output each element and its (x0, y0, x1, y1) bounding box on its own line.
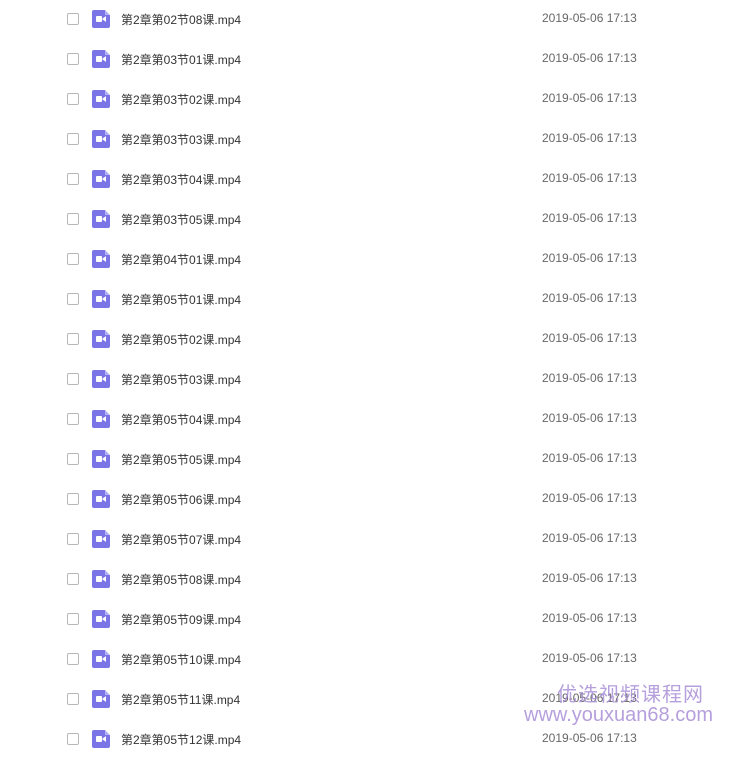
file-row[interactable]: 第2章第03节01课.mp4 2019-05-06 17:13 (0, 40, 745, 80)
row-checkbox[interactable] (67, 93, 79, 105)
file-row[interactable]: 第2章第05节11课.mp4 2019-05-06 17:13 (0, 680, 745, 720)
file-date: 2019-05-06 17:13 (542, 251, 637, 265)
file-date: 2019-05-06 17:13 (542, 611, 637, 625)
file-date: 2019-05-06 17:13 (542, 531, 637, 545)
file-name[interactable]: 第2章第03节01课.mp4 (121, 51, 241, 68)
video-file-icon (92, 410, 110, 428)
file-row[interactable]: 第2章第05节01课.mp4 2019-05-06 17:13 (0, 280, 745, 320)
file-name[interactable]: 第2章第03节05课.mp4 (121, 211, 241, 228)
video-file-icon (92, 10, 110, 28)
file-row[interactable]: 第2章第05节09课.mp4 2019-05-06 17:13 (0, 600, 745, 640)
row-checkbox[interactable] (67, 613, 79, 625)
file-date: 2019-05-06 17:13 (542, 371, 637, 385)
file-list: 第2章第02节08课.mp4 2019-05-06 17:13 第2章第03节01课… (0, 0, 745, 760)
video-file-icon (92, 370, 110, 388)
file-name[interactable]: 第2章第05节04课.mp4 (121, 411, 241, 428)
file-row[interactable]: 第2章第04节01课.mp4 2019-05-06 17:13 (0, 240, 745, 280)
video-file-icon (92, 610, 110, 628)
row-checkbox[interactable] (67, 213, 79, 225)
file-name[interactable]: 第2章第03节04课.mp4 (121, 171, 241, 188)
file-row[interactable]: 第2章第05节05课.mp4 2019-05-06 17:13 (0, 440, 745, 480)
file-date: 2019-05-06 17:13 (542, 131, 637, 145)
row-checkbox[interactable] (67, 733, 79, 745)
video-file-icon (92, 570, 110, 588)
file-row[interactable]: 第2章第03节03课.mp4 2019-05-06 17:13 (0, 120, 745, 160)
file-row[interactable]: 第2章第05节10课.mp4 2019-05-06 17:13 (0, 640, 745, 680)
file-date: 2019-05-06 17:13 (542, 11, 637, 25)
file-date: 2019-05-06 17:13 (542, 451, 637, 465)
video-file-icon (92, 90, 110, 108)
row-checkbox[interactable] (67, 653, 79, 665)
file-name[interactable]: 第2章第03节02课.mp4 (121, 91, 241, 108)
file-name[interactable]: 第2章第05节10课.mp4 (121, 651, 241, 668)
file-name[interactable]: 第2章第04节01课.mp4 (121, 251, 241, 268)
file-name[interactable]: 第2章第05节02课.mp4 (121, 331, 241, 348)
video-file-icon (92, 50, 110, 68)
video-file-icon (92, 650, 110, 668)
file-date: 2019-05-06 17:13 (542, 211, 637, 225)
file-name[interactable]: 第2章第05节06课.mp4 (121, 491, 241, 508)
file-name[interactable]: 第2章第05节03课.mp4 (121, 371, 241, 388)
file-row[interactable]: 第2章第05节12课.mp4 2019-05-06 17:13 (0, 720, 745, 760)
file-row[interactable]: 第2章第05节03课.mp4 2019-05-06 17:13 (0, 360, 745, 400)
row-checkbox[interactable] (67, 493, 79, 505)
video-file-icon (92, 250, 110, 268)
file-date: 2019-05-06 17:13 (542, 491, 637, 505)
file-date: 2019-05-06 17:13 (542, 331, 637, 345)
file-row[interactable]: 第2章第03节02课.mp4 2019-05-06 17:13 (0, 80, 745, 120)
file-name[interactable]: 第2章第05节12课.mp4 (121, 731, 241, 748)
file-name[interactable]: 第2章第03节03课.mp4 (121, 131, 241, 148)
file-date: 2019-05-06 17:13 (542, 171, 637, 185)
file-name[interactable]: 第2章第05节09课.mp4 (121, 611, 241, 628)
file-row[interactable]: 第2章第05节04课.mp4 2019-05-06 17:13 (0, 400, 745, 440)
row-checkbox[interactable] (67, 413, 79, 425)
row-checkbox[interactable] (67, 693, 79, 705)
video-file-icon (92, 450, 110, 468)
video-file-icon (92, 130, 110, 148)
file-name[interactable]: 第2章第02节08课.mp4 (121, 11, 241, 28)
row-checkbox[interactable] (67, 133, 79, 145)
file-date: 2019-05-06 17:13 (542, 411, 637, 425)
video-file-icon (92, 690, 110, 708)
video-file-icon (92, 170, 110, 188)
file-name[interactable]: 第2章第05节11课.mp4 (121, 691, 240, 708)
video-file-icon (92, 330, 110, 348)
file-date: 2019-05-06 17:13 (542, 291, 637, 305)
row-checkbox[interactable] (67, 173, 79, 185)
video-file-icon (92, 210, 110, 228)
row-checkbox[interactable] (67, 453, 79, 465)
file-name[interactable]: 第2章第05节08课.mp4 (121, 571, 241, 588)
file-row[interactable]: 第2章第03节05课.mp4 2019-05-06 17:13 (0, 200, 745, 240)
file-name[interactable]: 第2章第05节05课.mp4 (121, 451, 241, 468)
file-name[interactable]: 第2章第05节07课.mp4 (121, 531, 241, 548)
file-date: 2019-05-06 17:13 (542, 571, 637, 585)
file-row[interactable]: 第2章第02节08课.mp4 2019-05-06 17:13 (0, 0, 745, 40)
video-file-icon (92, 530, 110, 548)
row-checkbox[interactable] (67, 53, 79, 65)
file-name[interactable]: 第2章第05节01课.mp4 (121, 291, 241, 308)
video-file-icon (92, 290, 110, 308)
row-checkbox[interactable] (67, 573, 79, 585)
row-checkbox[interactable] (67, 253, 79, 265)
file-date: 2019-05-06 17:13 (542, 51, 637, 65)
video-file-icon (92, 490, 110, 508)
file-date: 2019-05-06 17:13 (542, 91, 637, 105)
file-row[interactable]: 第2章第05节02课.mp4 2019-05-06 17:13 (0, 320, 745, 360)
file-row[interactable]: 第2章第03节04课.mp4 2019-05-06 17:13 (0, 160, 745, 200)
file-date: 2019-05-06 17:13 (542, 651, 637, 665)
row-checkbox[interactable] (67, 373, 79, 385)
file-date: 2019-05-06 17:13 (542, 691, 637, 705)
file-date: 2019-05-06 17:13 (542, 731, 637, 745)
row-checkbox[interactable] (67, 533, 79, 545)
file-row[interactable]: 第2章第05节06课.mp4 2019-05-06 17:13 (0, 480, 745, 520)
row-checkbox[interactable] (67, 333, 79, 345)
video-file-icon (92, 730, 110, 748)
file-row[interactable]: 第2章第05节07课.mp4 2019-05-06 17:13 (0, 520, 745, 560)
row-checkbox[interactable] (67, 13, 79, 25)
file-row[interactable]: 第2章第05节08课.mp4 2019-05-06 17:13 (0, 560, 745, 600)
row-checkbox[interactable] (67, 293, 79, 305)
